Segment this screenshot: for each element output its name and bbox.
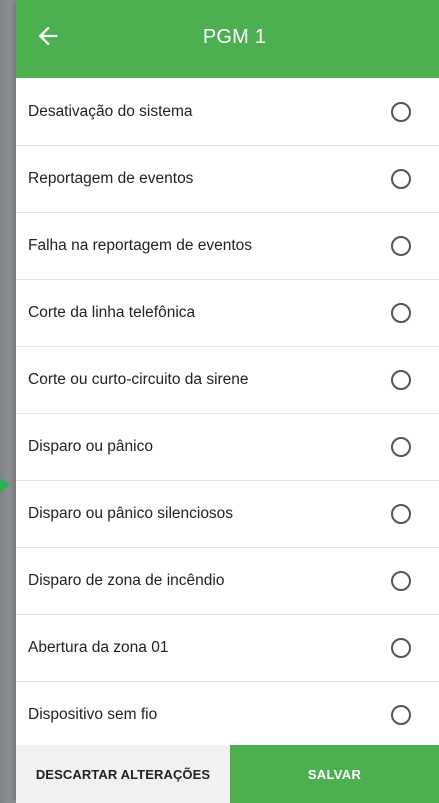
list-item[interactable]: Desativação do sistema (16, 78, 439, 146)
radio-button[interactable] (391, 169, 411, 189)
radio-button[interactable] (391, 504, 411, 524)
list-item[interactable]: Falha na reportagem de eventos (16, 213, 439, 280)
save-button[interactable]: SALVAR (230, 745, 439, 803)
radio-button[interactable] (391, 370, 411, 390)
list-item-label: Disparo ou pânico silenciosos (28, 505, 234, 522)
list-item-label: Disparo de zona de incêndio (28, 572, 225, 589)
page-title: PGM 1 (202, 26, 267, 48)
list-item-label: Corte da linha telefônica (28, 304, 196, 321)
radio-button[interactable] (391, 705, 411, 725)
list-item[interactable]: Corte da linha telefônica (16, 280, 439, 347)
radio-button[interactable] (391, 571, 411, 591)
list-item-label: Reportagem de eventos (28, 170, 194, 187)
app-bar: PGM 1 (16, 0, 439, 78)
radio-button[interactable] (391, 101, 411, 122)
list-item-label: Disparo ou pânico (28, 438, 153, 455)
radio-button[interactable] (391, 638, 411, 658)
radio-button[interactable] (391, 236, 411, 256)
list-item[interactable]: Corte ou curto-circuito da sirene (16, 347, 439, 414)
action-bar: DESCARTAR ALTERAÇÕES SALVAR (16, 745, 439, 803)
list-item-label: Falha na reportagem de eventos (28, 237, 253, 254)
list-item[interactable]: Dispositivo sem fio (16, 682, 439, 749)
list-item[interactable]: Disparo ou pânico (16, 414, 439, 481)
list-item-label: Corte ou curto-circuito da sirene (28, 371, 249, 388)
pgm-options-list: Desativação do sistema Reportagem de eve… (16, 78, 439, 749)
list-item[interactable]: Disparo de zona de incêndio (16, 548, 439, 615)
radio-button[interactable] (391, 437, 411, 457)
list-item-label: Abertura da zona 01 (28, 639, 169, 656)
list-item[interactable]: Reportagem de eventos (16, 146, 439, 213)
list-item[interactable]: Disparo ou pânico silenciosos (16, 481, 439, 548)
list-item[interactable]: Abertura da zona 01 (16, 615, 439, 682)
background-page (0, 0, 16, 803)
discard-changes-button[interactable]: DESCARTAR ALTERAÇÕES (16, 745, 230, 803)
list-item-label: Dispositivo sem fio (28, 706, 158, 723)
list-item-label: Desativação do sistema (28, 102, 193, 120)
dialog-pgm: PGM 1 Desativação do sistema Reportagem … (16, 0, 439, 803)
radio-button[interactable] (391, 303, 411, 323)
pointer-arrow-icon (0, 476, 10, 494)
